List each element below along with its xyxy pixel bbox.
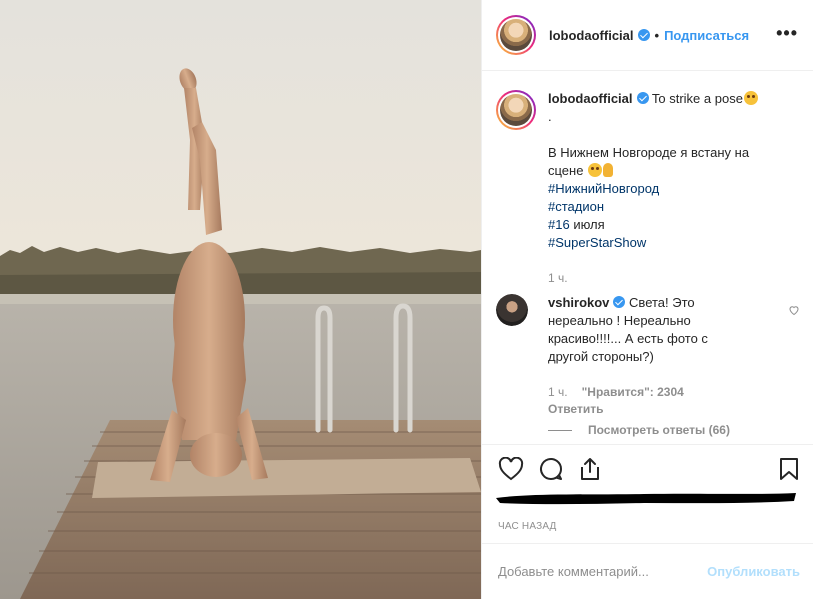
ok-hand-icon	[603, 163, 614, 177]
comment-item: vshirokov Света! Это нереально ! Нереаль…	[496, 294, 800, 366]
comment-time[interactable]: 1 ч.	[548, 385, 568, 399]
post-header: lobodaofficial • Подписаться •••	[482, 0, 813, 71]
view-replies-button[interactable]: Посмотреть ответы (66)	[548, 423, 730, 437]
verified-badge-icon	[613, 296, 626, 308]
comment-likes-count[interactable]: "Нравится": 2304	[582, 385, 684, 399]
instagram-post: lobodaofficial • Подписаться ••• lobodao…	[0, 0, 813, 599]
publish-button[interactable]: Опубликовать	[707, 564, 800, 579]
more-options-icon[interactable]: •••	[776, 24, 798, 42]
comment-meta: 1 ч. "Нравится": 2304	[548, 385, 684, 399]
grinning-face-icon	[588, 163, 603, 177]
caption-title: To strike a pose	[651, 91, 743, 106]
comment-like-heart-icon[interactable]	[788, 304, 800, 316]
redacted-likes-scribble	[496, 493, 796, 505]
share-icon[interactable]	[578, 457, 602, 481]
verified-badge-icon	[637, 29, 650, 41]
grinning-face-icon	[743, 91, 758, 105]
caption-text: lobodaofficial To strike a pose . В Нижн…	[548, 90, 798, 252]
bookmark-icon[interactable]	[778, 457, 800, 481]
hashtag-superstarshow[interactable]: #SuperStarShow	[548, 235, 646, 250]
comment-text: vshirokov Света! Это нереально ! Нереаль…	[548, 294, 748, 366]
caption-author-avatar-image	[500, 94, 532, 126]
post-side-panel: lobodaofficial • Подписаться ••• lobodao…	[481, 0, 813, 599]
comments-list[interactable]: lobodaofficial To strike a pose . В Нижн…	[482, 72, 813, 444]
author-username[interactable]: lobodaofficial	[549, 28, 634, 43]
heart-icon[interactable]	[498, 457, 524, 481]
commenter-username[interactable]: vshirokov	[548, 295, 609, 310]
header-separator: •	[654, 27, 660, 43]
hashtag-nizhny-novgorod[interactable]: #НижнийНовгород	[548, 181, 659, 196]
action-bar	[482, 444, 813, 484]
caption-line-1: В Нижнем Новгороде я встану на	[548, 145, 750, 160]
comment-icon[interactable]	[538, 457, 564, 481]
caption-time[interactable]: 1 ч.	[548, 271, 568, 285]
caption-dot-line: .	[548, 109, 552, 124]
post-timestamp[interactable]: Час назад	[498, 521, 557, 532]
post-photo[interactable]	[0, 0, 481, 599]
hashtag-stadium[interactable]: #стадион	[548, 199, 604, 214]
commenter-avatar-image	[496, 294, 528, 326]
caption-line-2: сцене	[548, 163, 584, 178]
hashtag-16-suffix: июля	[569, 217, 605, 232]
hashtag-16[interactable]: #16	[548, 217, 570, 232]
follow-button[interactable]: Подписаться	[664, 28, 749, 43]
caption-username[interactable]: lobodaofficial	[548, 91, 633, 106]
commenter-avatar[interactable]	[496, 294, 528, 326]
reply-button[interactable]: Ответить	[548, 402, 603, 416]
view-replies-line	[548, 429, 572, 431]
add-comment-bar: Опубликовать	[482, 543, 813, 599]
author-avatar-image	[500, 19, 532, 51]
caption: lobodaofficial To strike a pose . В Нижн…	[496, 90, 800, 252]
caption-author-avatar[interactable]	[496, 90, 536, 130]
view-replies-label: Посмотреть ответы (66)	[588, 423, 730, 437]
author-avatar[interactable]	[496, 15, 536, 55]
verified-badge-icon	[636, 92, 649, 104]
comment-input[interactable]	[498, 564, 708, 579]
photo-illustration	[0, 0, 481, 599]
